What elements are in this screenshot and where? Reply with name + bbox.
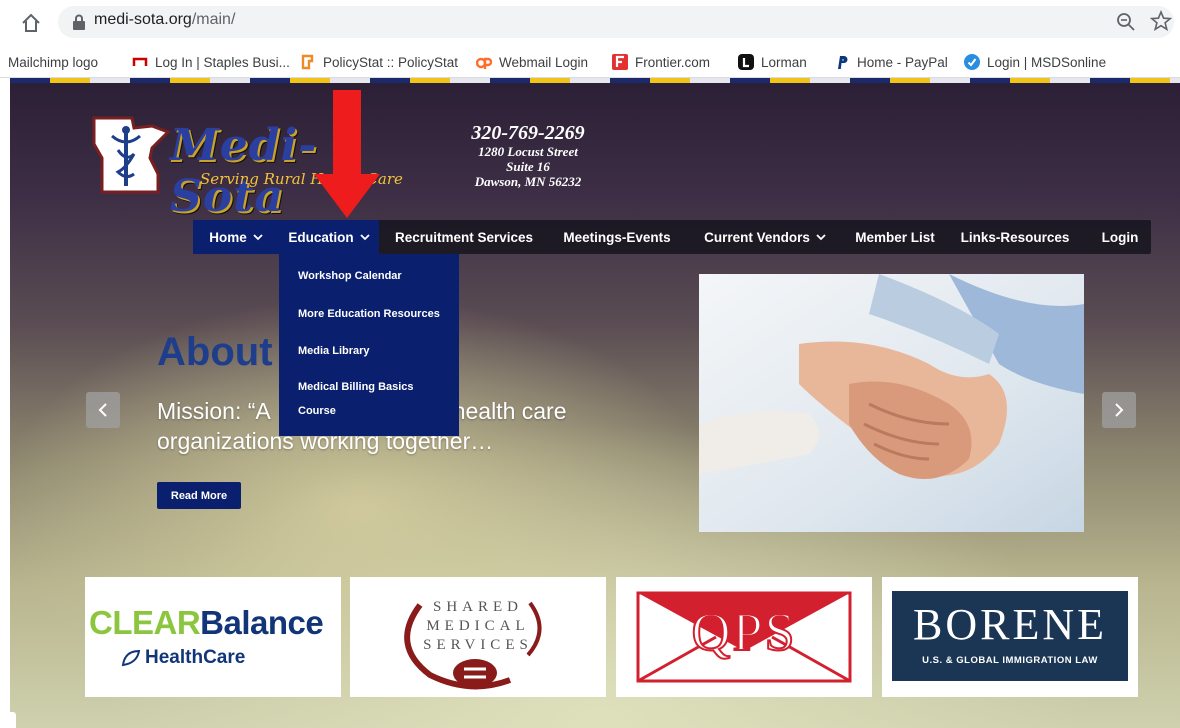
dropdown-media-library[interactable]: Media Library <box>298 339 370 363</box>
bookmark-label: PolicyStat :: PolicyStat <box>323 54 459 70</box>
nav-label: Login <box>1101 229 1139 245</box>
leaf-icon <box>121 649 141 667</box>
sponsor-shared-medical-services[interactable]: SHARED MEDICAL SERVICES <box>350 577 606 697</box>
nav-label: Home <box>209 229 247 245</box>
nav-member-list[interactable]: Member List <box>845 220 945 254</box>
bookmark-paypal[interactable]: Home - PayPal <box>834 53 948 71</box>
sponsor-borene[interactable]: BORENE U.S. & GLOBAL IMMIGRATION LAW <box>882 577 1138 697</box>
cpanel-icon <box>476 57 492 69</box>
lorman-icon <box>738 54 754 70</box>
dropdown-course[interactable]: Course <box>298 399 336 423</box>
logo-part: CLEAR <box>89 604 201 641</box>
dropdown-workshop-calendar[interactable]: Workshop Calendar <box>298 264 402 288</box>
read-more-button[interactable]: Read More <box>157 482 241 509</box>
nav-links-resources[interactable]: Links-Resources <box>955 220 1075 254</box>
nav-current-vendors[interactable]: Current Vendors <box>695 220 835 254</box>
main-nav: Home Education Recruitment Services Meet… <box>193 220 1151 254</box>
chevron-left-icon <box>98 403 107 417</box>
carousel-next-button[interactable] <box>1102 392 1136 428</box>
hero-title: About <box>157 330 273 374</box>
bookmark-label: Lorman <box>761 54 807 70</box>
qps-wordmark: QPS <box>690 601 797 663</box>
holding-hands-photo <box>699 274 1084 532</box>
zoom-icon[interactable] <box>1116 12 1136 32</box>
mission-part: Mission: “A <box>157 398 271 424</box>
borene-logo-box: BORENE U.S. & GLOBAL IMMIGRATION LAW <box>892 591 1128 681</box>
sponsor-clearbalance[interactable]: CLEARBalance HealthCare <box>85 577 341 697</box>
home-icon[interactable] <box>20 12 42 34</box>
borene-wordmark: BORENE <box>913 600 1107 649</box>
nav-label: Education <box>288 229 354 245</box>
decorative-stripe <box>10 78 1180 83</box>
policystat-icon <box>301 54 314 70</box>
bookmark-label: Frontier.com <box>635 54 711 70</box>
logo-part: Balance <box>200 604 324 641</box>
bookmarks-bar: Mailchimp logo Log In | Staples Busi... … <box>0 44 1180 78</box>
bookmark-label: Login | MSDSonline <box>987 54 1107 70</box>
bookmark-mailchimp[interactable]: Mailchimp logo <box>8 53 98 71</box>
paypal-icon <box>838 56 848 69</box>
bookmark-label: Webmail Login <box>499 54 589 70</box>
bookmark-staples[interactable]: Log In | Staples Busi... <box>132 53 290 71</box>
url-host: medi-sota.org <box>94 11 192 28</box>
lock-icon[interactable] <box>72 14 86 30</box>
sms-text: SHARED <box>432 599 523 615</box>
chevron-right-icon <box>1115 403 1124 417</box>
borene-tagline: U.S. & GLOBAL IMMIGRATION LAW <box>922 655 1098 666</box>
bookmark-policystat[interactable]: PolicyStat :: PolicyStat <box>300 53 458 71</box>
chevron-down-icon <box>816 233 826 240</box>
nav-label: Links-Resources <box>960 229 1070 245</box>
staples-icon <box>132 57 148 66</box>
nav-label: Current Vendors <box>704 229 810 245</box>
nav-meetings-events[interactable]: Meetings-Events <box>555 220 679 254</box>
browser-address-bar: medi-sota.org/main/ <box>0 0 1180 44</box>
nav-recruitment-services[interactable]: Recruitment Services <box>389 220 539 254</box>
bookmark-msdsonline[interactable]: Login | MSDSonline <box>964 53 1106 71</box>
bookmark-star-icon[interactable] <box>1150 10 1172 32</box>
dropdown-more-education-resources[interactable]: More Education Resources <box>298 302 440 326</box>
bookmark-label: Log In | Staples Busi... <box>155 54 290 70</box>
red-annotation-arrow <box>314 90 380 218</box>
nav-login[interactable]: Login <box>1089 220 1151 254</box>
msds-icon <box>964 54 980 70</box>
chevron-down-icon <box>359 233 370 240</box>
minnesota-caduceus-icon <box>92 116 171 194</box>
nav-label: Meetings-Events <box>563 229 671 245</box>
bookmark-frontier[interactable]: Frontier.com <box>612 53 710 71</box>
nav-label: Member List <box>855 229 935 245</box>
nav-home[interactable]: Home <box>193 220 279 254</box>
bookmark-label: Mailchimp logo <box>8 54 99 70</box>
address-line: 1280 Locust Street <box>478 144 578 159</box>
carousel-prev-button[interactable] <box>86 392 120 428</box>
url-text[interactable]: medi-sota.org/main/ <box>94 11 235 29</box>
chevron-down-icon <box>253 233 263 240</box>
address-line: Suite 16 <box>506 159 550 174</box>
phone-number: 320-769-2269 <box>471 122 585 144</box>
nav-education[interactable]: Education <box>279 220 379 254</box>
contact-info: 320-769-2269 1280 Locust Street Suite 16… <box>458 122 598 189</box>
bookmark-webmail[interactable]: Webmail Login <box>476 53 588 71</box>
nav-label: Recruitment Services <box>394 229 534 245</box>
page-corner-tab <box>0 712 16 728</box>
page-edge <box>0 78 10 728</box>
education-dropdown-menu: Workshop Calendar More Education Resourc… <box>279 254 459 436</box>
frontier-icon <box>612 54 628 70</box>
sms-text: SERVICES <box>423 637 533 653</box>
sms-text: MEDICAL <box>426 618 530 634</box>
hero-image-holding-hands <box>699 274 1084 532</box>
clearbalance-wordmark: CLEARBalance <box>89 604 324 642</box>
address-line: Dawson, MN 56232 <box>474 174 582 189</box>
website-viewport: Medi-Sota Serving Rural Health Care 320-… <box>0 78 1180 728</box>
bookmark-lorman[interactable]: Lorman <box>738 53 807 71</box>
bookmark-label: Home - PayPal <box>857 54 948 70</box>
url-path: /main/ <box>191 11 236 28</box>
dropdown-medical-billing-basics[interactable]: Medical Billing Basics <box>298 375 414 399</box>
clearbalance-healthcare: HealthCare <box>145 647 246 668</box>
sponsor-qps[interactable]: QPS <box>616 577 872 697</box>
